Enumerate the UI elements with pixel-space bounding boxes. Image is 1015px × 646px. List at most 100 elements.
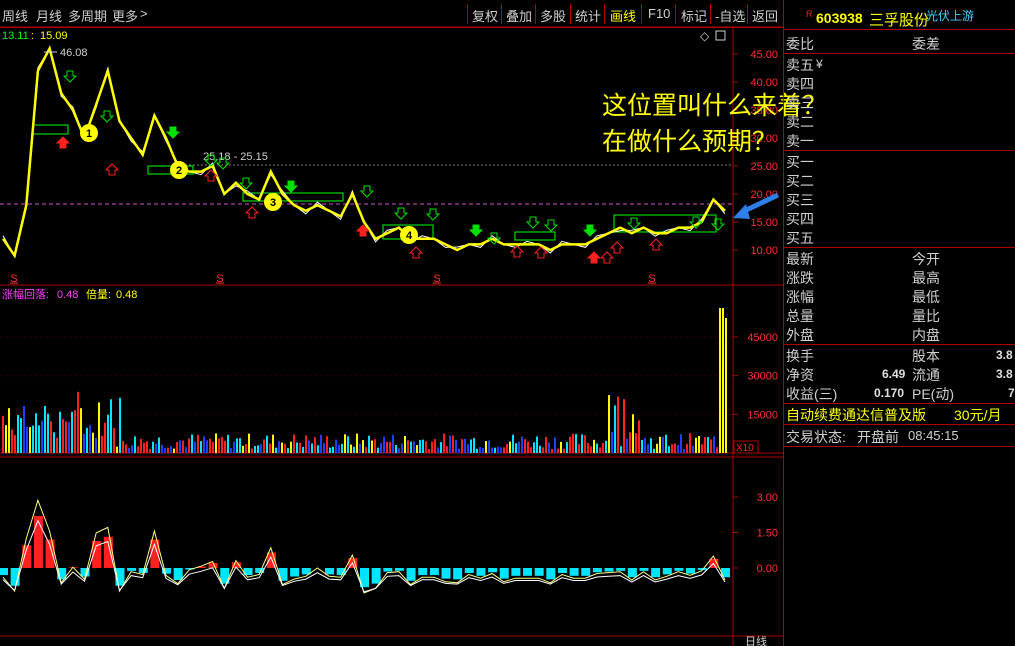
volume-bar <box>398 448 400 453</box>
change-label: 涨跌 <box>786 270 814 286</box>
macd-bar <box>418 568 428 576</box>
volume-bar <box>56 437 58 453</box>
volume-bar <box>716 447 718 453</box>
volume-bar <box>116 446 118 453</box>
macd-bar <box>290 568 300 577</box>
buy-arrow-icon <box>165 126 181 139</box>
trade-status-time: 08:45:15 <box>908 428 959 443</box>
back-button[interactable]: 返回 <box>752 6 778 25</box>
stats-button[interactable]: 统计 <box>575 6 601 25</box>
remove-favorite-button[interactable]: -自选 <box>715 6 745 25</box>
volume-bar <box>485 441 487 453</box>
volume-bar <box>383 436 385 453</box>
indicator-value: 0.48 <box>57 289 78 301</box>
volume-bar <box>518 441 520 453</box>
subscription-text[interactable]: 自动续费通达信普及版 <box>786 405 926 425</box>
volume-bar <box>416 445 418 453</box>
macd-tick-label: 3.00 <box>757 492 778 504</box>
volume-bar <box>380 442 382 453</box>
volume-bar <box>14 435 16 453</box>
volume-bar <box>137 446 139 453</box>
multi-stock-button[interactable]: 多股 <box>540 6 566 25</box>
eps-value: 0.170 <box>874 386 905 400</box>
tab-more[interactable]: 更多 <box>112 6 138 25</box>
volume-bar <box>452 435 454 453</box>
volume-bar <box>146 441 148 453</box>
macd-bar <box>674 568 684 571</box>
macd-bar <box>499 568 509 579</box>
volume-bar <box>83 434 85 453</box>
volume-bar <box>242 445 244 453</box>
draw-line-button[interactable]: 画线 <box>610 6 636 25</box>
volume-bar <box>473 438 475 453</box>
volume-bar <box>293 434 295 453</box>
expand-icon[interactable] <box>715 30 726 41</box>
volume-bar <box>590 446 592 453</box>
volume-bar <box>275 447 277 453</box>
tab-multi-period[interactable]: 多周期 <box>68 6 107 25</box>
buy-level-3: 买三 <box>786 192 814 208</box>
volume-bar <box>575 434 577 453</box>
volume-bar <box>11 429 13 453</box>
volume-bar <box>515 443 517 453</box>
volume-bar <box>488 440 490 453</box>
volume-bar <box>566 442 568 453</box>
volume-bar <box>527 441 529 453</box>
badge-number: 2 <box>176 165 182 177</box>
tab-monthly[interactable]: 月线 <box>36 6 62 25</box>
wave-badge: 2 <box>170 161 188 179</box>
volume-bar <box>212 441 214 453</box>
macd-bar <box>453 568 463 580</box>
volume-bar <box>185 447 187 453</box>
volume-bar <box>626 438 628 453</box>
volume-bar <box>497 446 499 453</box>
f10-button[interactable]: F10 <box>648 6 670 21</box>
volume-bar <box>572 433 574 453</box>
overlay-button[interactable]: 叠加 <box>506 6 532 25</box>
volume-bar <box>362 440 364 453</box>
macd-bar <box>627 568 637 578</box>
yen-icon: ¥ <box>816 57 823 71</box>
trade-status-value: 开盘前 <box>857 429 899 445</box>
sell-arrow-icon <box>509 245 525 258</box>
volume-bar <box>725 318 727 453</box>
volume-bar <box>263 439 265 453</box>
diamond-icon[interactable]: ◇ <box>700 29 710 43</box>
volume-bar <box>176 441 178 453</box>
adjust-button[interactable]: 复权 <box>472 6 498 25</box>
svg-text::: : <box>31 30 34 42</box>
sell-arrow-icon <box>609 241 625 254</box>
buy-arrow-icon <box>468 224 484 237</box>
volume-bar <box>23 405 25 453</box>
macd-bar <box>592 568 602 573</box>
buy-arrow-icon <box>626 217 642 230</box>
volume-bar <box>188 438 190 453</box>
volume-bar <box>38 425 40 453</box>
volume-bar <box>26 427 28 453</box>
volume-bar <box>20 418 22 453</box>
float-label: 流通 <box>912 367 940 383</box>
chevron-right-icon[interactable]: > <box>140 6 148 21</box>
macd-bar <box>523 568 533 576</box>
volume-bar <box>581 434 583 453</box>
volume-bar <box>92 432 94 453</box>
subscription-price[interactable]: 30元/月 <box>954 405 1001 425</box>
volume-bar <box>461 439 463 453</box>
mark-button[interactable]: 标记 <box>681 6 707 25</box>
low-label: 最低 <box>912 289 940 305</box>
volume-bar <box>332 446 334 453</box>
sector-link[interactable]: 光伏上游 <box>926 7 974 24</box>
volume-bar <box>650 438 652 453</box>
volume-bar <box>698 435 700 453</box>
volume-bar <box>47 413 49 453</box>
tab-weekly[interactable]: 周线 <box>2 6 28 25</box>
sell-level-3: 卖三 <box>786 95 814 111</box>
volume-bar <box>257 445 259 453</box>
volume-bar <box>377 447 379 453</box>
volume-bar <box>410 441 412 453</box>
order-ratio-label: 委比 <box>786 36 814 52</box>
volume-bar <box>356 433 358 453</box>
macd-bar <box>569 568 579 576</box>
volume-bar <box>122 441 124 453</box>
volume-bar <box>290 441 292 453</box>
